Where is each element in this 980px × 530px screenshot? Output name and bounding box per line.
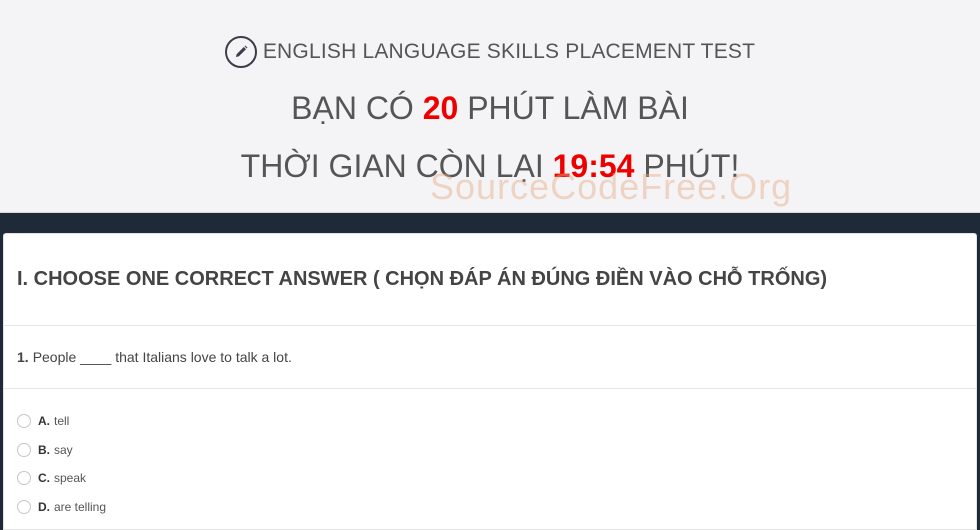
radio-button[interactable]	[17, 414, 31, 429]
test-title-row: ENGLISH LANGUAGE SKILLS PLACEMENT TEST	[0, 36, 980, 68]
question-number: 1.	[17, 349, 29, 365]
duration-text: BẠN CÓ 20 PHÚT LÀM BÀI	[291, 90, 689, 126]
pencil-icon	[224, 36, 257, 68]
option-a[interactable]: A. tell	[17, 407, 976, 436]
option-c[interactable]: C. speak	[17, 464, 976, 493]
question-text: People ____ that Italians love to talk a…	[32, 349, 292, 365]
option-b[interactable]: B. say	[17, 436, 976, 465]
option-d[interactable]: D. are telling	[17, 493, 976, 522]
question-panel: I. CHOOSE ONE CORRECT ANSWER ( CHỌN ĐÁP …	[3, 233, 977, 530]
section-title: I. CHOOSE ONE CORRECT ANSWER ( CHỌN ĐÁP …	[4, 234, 976, 326]
question-1: 1. People ____ that Italians love to tal…	[4, 326, 976, 389]
radio-button[interactable]	[17, 471, 31, 486]
radio-button[interactable]	[17, 442, 31, 457]
radio-button[interactable]	[17, 499, 31, 514]
test-title: ENGLISH LANGUAGE SKILLS PLACEMENT TEST	[262, 40, 756, 63]
countdown-timer: 19:54	[552, 148, 635, 184]
answer-options: A. tell B. say C. speak D. are telling	[4, 389, 976, 521]
test-header: ENGLISH LANGUAGE SKILLS PLACEMENT TEST B…	[0, 0, 980, 213]
duration-minutes: 20	[422, 90, 459, 126]
time-remaining-text: THỜI GIAN CÒN LẠI 19:54 PHÚT!	[240, 148, 740, 184]
